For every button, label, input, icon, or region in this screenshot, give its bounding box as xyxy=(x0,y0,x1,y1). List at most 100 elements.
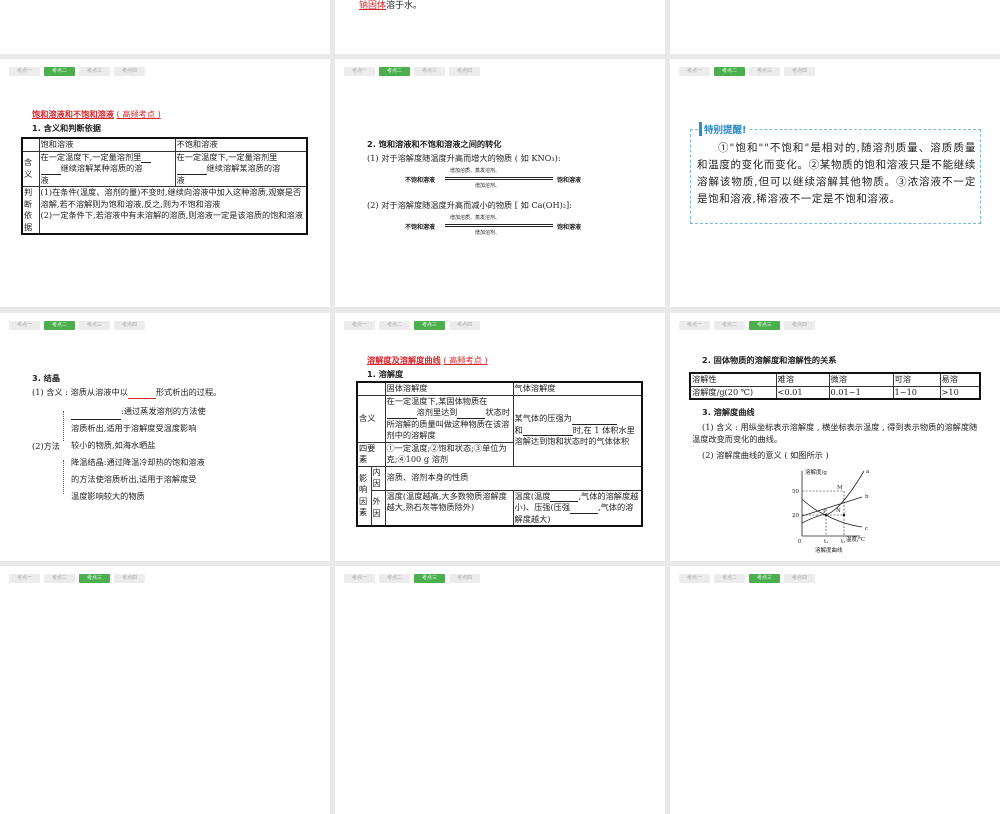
tab-topic-1[interactable]: 考点一 xyxy=(344,67,375,76)
slide-thumbnail[interactable]: 考点一 考点二 考点三 考点四 饱和溶液和不饱和溶液 ( 高频考点 ) 1. 含… xyxy=(0,59,330,307)
cell: 在一定温度下,一定量溶剂里 继续溶解某种溶质的溶液 xyxy=(38,150,176,187)
text: 在一定温度下,一定量溶剂里 xyxy=(40,151,142,162)
solubility-table: 固体溶解度 气体溶解度 含义 在一定温度下,某固体物质在 溶剂里达到 状态时所溶解的质… xyxy=(356,381,643,527)
heading: 3. 结晶 xyxy=(32,373,61,383)
tab-topic-2[interactable]: 考点二 xyxy=(44,574,75,583)
cell: 外因 xyxy=(370,489,386,527)
paragraph: (1) 含义 : 溶质从溶液中以 形式析出的过程。 xyxy=(32,387,221,399)
cell: ①一定温度;②饱和状态;③单位为克;④100 g 溶剂 xyxy=(384,441,514,467)
tab-topic-1[interactable]: 考点一 xyxy=(344,574,375,583)
tab-topic-4[interactable]: 考点四 xyxy=(449,574,480,583)
text: 液 xyxy=(40,174,49,185)
cell: 易溶 xyxy=(939,372,981,387)
tab-topic-4[interactable]: 考点四 xyxy=(114,321,145,330)
tab-topic-3[interactable]: 考点三 xyxy=(79,321,110,330)
tab-topic-2[interactable]: 考点二 xyxy=(379,67,410,76)
saturation-table: 饱和溶液 不饱和溶液 含义 在一定温度下,一定量溶剂里 继续溶解某种溶质的溶液 在一… xyxy=(21,137,308,235)
slide-thumbnail[interactable]: 考点一 考点二 考点三 考点四 xyxy=(335,566,665,814)
tab-topic-4[interactable]: 考点四 xyxy=(114,67,145,76)
brace xyxy=(63,460,66,494)
slide-thumbnail[interactable]: 考点一 考点二 考点三 考点四 2. 饱和溶液和不饱和溶液之间的转化 (1) 对… xyxy=(335,59,665,307)
method-list: :通过蒸发溶剂的方法使 溶质析出,适用于溶解度受温度影响 较小的物质,如海水晒盐… xyxy=(71,403,206,505)
topic-tabs: 考点一 考点二 考点三 考点四 xyxy=(344,321,480,330)
tick-50: 50 xyxy=(792,489,799,495)
cell: 内因 xyxy=(370,465,386,491)
heading: 2. 饱和溶液和不饱和溶液之间的转化 xyxy=(367,139,502,149)
tab-topic-2[interactable]: 考点二 xyxy=(44,321,75,330)
brace xyxy=(63,411,66,441)
text: 的方法使溶质析出,适用于溶解度受 xyxy=(71,474,197,484)
topic-tabs: 考点一 考点二 考点三 考点四 xyxy=(344,574,480,583)
label-saturated: 饱和溶液 xyxy=(557,177,582,184)
slide-thumbnail[interactable]: 考点一 考点二 考点三 考点四 溶解度及溶解度曲线 ( 高频考点 ) 1. 溶解… xyxy=(335,313,665,561)
tab-topic-2[interactable]: 考点二 xyxy=(714,574,745,583)
tab-topic-4[interactable]: 考点四 xyxy=(114,574,145,583)
solubility-curve-graph: 溶解度/g 温度/℃ 0 50 20 t₁ t₂ a b c M N P 溶解度… xyxy=(792,468,870,554)
tab-topic-1[interactable]: 考点一 xyxy=(679,321,710,330)
paragraph: (1) 含义 : 用纵坐标表示溶解度 , 横坐标表示温度 , 得到表示物质的溶解… xyxy=(692,422,978,444)
cell: 溶解度/g(20 ℃) xyxy=(689,385,777,400)
tab-topic-4[interactable]: 考点四 xyxy=(784,321,815,330)
heading: 1. 含义和判断依据 xyxy=(32,123,101,133)
arrow-label: 增加溶剂、 xyxy=(475,183,501,189)
tab-topic-2[interactable]: 考点二 xyxy=(379,574,410,583)
slide-thumbnail[interactable]: 考点一 考点二 考点三 考点四 3. 结晶 (1) 含义 : 溶质从溶液中以 形式… xyxy=(0,313,330,561)
tab-topic-3[interactable]: 考点三 xyxy=(749,321,780,330)
tab-topic-4[interactable]: 考点四 xyxy=(784,574,815,583)
slide-thumbnail[interactable] xyxy=(670,0,1000,54)
tab-topic-1[interactable]: 考点一 xyxy=(679,574,710,583)
tab-topic-2[interactable]: 考点二 xyxy=(44,67,75,76)
point-n-label: N xyxy=(836,508,841,514)
label-unsaturated: 不饱和溶液 xyxy=(405,224,436,231)
tab-topic-3[interactable]: 考点三 xyxy=(79,67,110,76)
title: 溶解度及溶解度曲线 xyxy=(367,355,441,365)
tab-topic-3[interactable]: 考点三 xyxy=(79,574,110,583)
title: 饱和溶液和不饱和溶液 xyxy=(32,109,114,119)
slide-thumbnail[interactable]: 考点一 考点二 考点三 考点四 2. 固体物质的溶解度和溶解性的关系 溶解性 难溶… xyxy=(670,313,1000,561)
tab-topic-1[interactable]: 考点一 xyxy=(9,67,40,76)
tab-topic-1[interactable]: 考点一 xyxy=(344,321,375,330)
tip-body: ①"饱和""不饱和"是相对的,随溶剂质量、溶质质量和温度的变化而变化。②某物质的… xyxy=(697,142,976,205)
text: 继续溶解某种溶质的溶 xyxy=(60,163,143,173)
cell: 固体溶解度 xyxy=(384,381,514,396)
cell: 难溶 xyxy=(775,372,830,387)
point-n xyxy=(842,513,846,517)
cell: 可溶 xyxy=(892,372,941,387)
tab-topic-1[interactable]: 考点一 xyxy=(9,574,40,583)
tab-topic-2[interactable]: 考点二 xyxy=(379,321,410,330)
cell: 判断依据 xyxy=(21,186,40,235)
tab-topic-4[interactable]: 考点四 xyxy=(784,67,815,76)
tab-topic-2[interactable]: 考点二 xyxy=(714,67,745,76)
tab-topic-3[interactable]: 考点三 xyxy=(414,321,445,330)
tab-topic-3[interactable]: 考点三 xyxy=(749,67,780,76)
text: 形式析出的过程。 xyxy=(155,387,222,397)
slide-thumbnail[interactable]: 考点一 考点二 考点三 考点四 xyxy=(0,566,330,814)
tick-20: 20 xyxy=(792,513,799,519)
slide-thumbnail[interactable] xyxy=(0,0,330,54)
text: 在一定温度下,一定量溶剂里 xyxy=(176,151,278,162)
text: (2)一定条件下,若溶液中有未溶解的溶质,则溶液一定是该溶质的饱和溶液 xyxy=(40,210,303,220)
cell: 含义 xyxy=(21,150,40,187)
topic-tabs: 考点一 考点二 考点三 考点四 xyxy=(679,67,815,76)
slide-thumbnail[interactable]: 考点一 考点二 考点三 考点四 特别提醒! ①"饱和""不饱和"是相对的,随溶剂… xyxy=(670,59,1000,307)
slide-thumbnail[interactable]: 考点一 考点二 考点三 考点四 xyxy=(670,566,1000,814)
cell: >10 xyxy=(939,385,981,400)
text: 溶质析出,适用于溶解度受温度影响 xyxy=(71,423,197,433)
tab-topic-4[interactable]: 考点四 xyxy=(449,67,480,76)
label-unsaturated: 不饱和溶液 xyxy=(405,177,436,184)
section-title: 饱和溶液和不饱和溶液 ( 高频考点 ) xyxy=(32,109,161,121)
tab-topic-3[interactable]: 考点三 xyxy=(414,67,445,76)
slide-thumbnail[interactable]: 钠固体溶于水。 xyxy=(335,0,665,54)
tab-topic-1[interactable]: 考点一 xyxy=(9,321,40,330)
method-label: (2)方法 xyxy=(32,441,60,451)
arrow-label: 增加溶质、蒸发溶剂、 xyxy=(450,168,501,174)
tab-topic-3[interactable]: 考点三 xyxy=(749,574,780,583)
special-tip-box: 特别提醒! ①"饱和""不饱和"是相对的,随溶剂质量、溶质质量和温度的变化而变化… xyxy=(690,122,981,224)
graph-caption: 溶解度曲线 xyxy=(815,546,843,554)
tab-topic-4[interactable]: 考点四 xyxy=(449,321,480,330)
tab-topic-3[interactable]: 考点三 xyxy=(414,574,445,583)
tab-topic-1[interactable]: 考点一 xyxy=(679,67,710,76)
tab-topic-2[interactable]: 考点二 xyxy=(714,321,745,330)
slide-text: 钠固体溶于水。 xyxy=(359,1,422,12)
tick-t1: t₁ xyxy=(824,539,828,545)
